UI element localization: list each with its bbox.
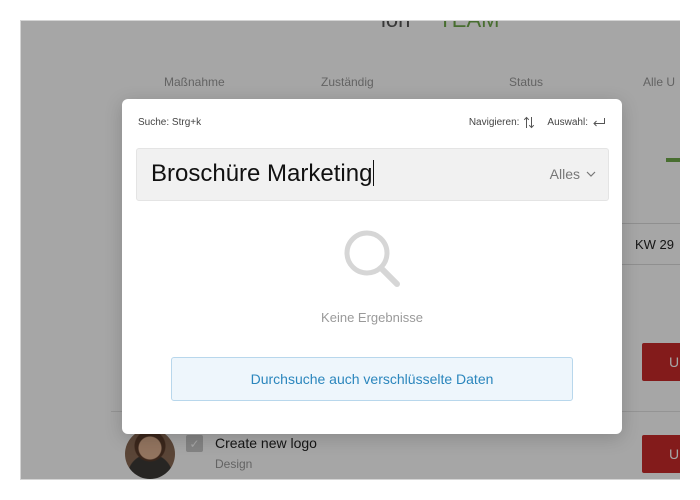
- app-window: ionTEAM Maßnahme Zuständig Status Alle U…: [20, 20, 680, 480]
- select-hint: Auswahl:: [547, 117, 588, 128]
- search-query[interactable]: Broschüre Marketing: [151, 160, 375, 188]
- search-modal: Suche: Strg+k Navigieren: Auswahl: Brosc…: [122, 99, 622, 434]
- navigate-hint: Navigieren:: [468, 117, 520, 128]
- search-icon: [344, 230, 400, 287]
- screen: ionTEAM Maßnahme Zuständig Status Alle U…: [0, 0, 700, 500]
- arrows-updown-icon: [524, 116, 535, 129]
- scope-dropdown[interactable]: Alles: [550, 166, 596, 182]
- no-results-text: Keine Ergebnisse: [321, 310, 423, 325]
- search-query-text: Broschüre Marketing: [151, 160, 373, 187]
- search-shortcut-hint: Suche: Strg+k: [138, 117, 202, 128]
- chevron-down-icon: [586, 171, 596, 177]
- search-input[interactable]: Broschüre Marketing Alles: [136, 148, 609, 201]
- keyboard-hints: Navigieren: Auswahl:: [469, 116, 606, 129]
- enter-key-icon: [593, 118, 605, 127]
- scope-label: Alles: [549, 166, 580, 182]
- search-encrypted-button[interactable]: Durchsuche auch verschlüsselte Daten: [171, 357, 573, 401]
- text-cursor: [373, 160, 375, 186]
